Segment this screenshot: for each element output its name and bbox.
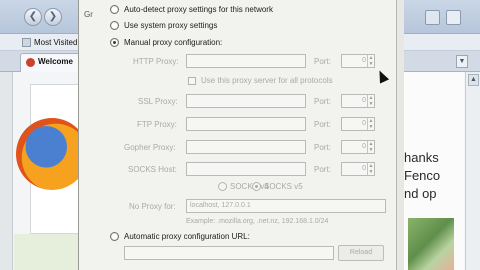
reload-button[interactable]: Reload [338,245,384,261]
page-text-line: nd op [404,186,437,201]
socks-host-input[interactable] [186,162,306,176]
gopher-port-input[interactable]: 0 ▲ ▼ [341,140,375,154]
firefox-favicon-icon [26,58,35,67]
ftp-port-input[interactable]: 0 ▲ ▼ [341,117,375,131]
dialog-border [396,0,404,270]
dialog-left-fragment: Gr [84,10,93,19]
no-proxy-input[interactable]: localhost, 127.0.0.1 [186,199,386,213]
http-port-input[interactable]: 0 ▲ ▼ [341,54,375,68]
close-window-button[interactable] [446,10,461,25]
socks-host-label: SOCKS Host: [128,165,177,174]
page-image [408,218,454,270]
no-proxy-label: No Proxy for: [129,202,176,211]
auto-detect-radio[interactable] [110,5,119,14]
http-port-label: Port: [314,57,331,66]
forward-button[interactable]: ❯ [44,8,62,26]
socks-port-label: Port: [314,165,331,174]
gopher-port-spinner-icon[interactable]: ▲ ▼ [367,141,374,153]
http-proxy-input[interactable] [186,54,306,68]
ssl-port-input[interactable]: 0 ▲ ▼ [341,94,375,108]
auto-detect-label: Auto-detect proxy settings for this netw… [124,5,273,14]
bookmark-folder-icon [22,38,31,47]
use-for-all-checkbox[interactable] [188,77,196,85]
ssl-port-spinner-icon[interactable]: ▲ ▼ [367,95,374,107]
back-button[interactable]: ❮ [24,8,42,26]
http-port-spinner-icon[interactable]: ▲ ▼ [367,55,374,67]
system-proxy-radio[interactable] [110,21,119,30]
manual-proxy-radio[interactable] [110,38,119,47]
maximize-button[interactable] [425,10,440,25]
sidebar-strip [0,72,13,270]
socks-v5-label: SOCKS v5 [264,182,303,191]
socks-port-spinner-icon[interactable]: ▲ ▼ [367,163,374,175]
ftp-proxy-input[interactable] [186,117,306,131]
vertical-scrollbar[interactable]: ▲ [465,72,480,270]
gopher-proxy-label: Gopher Proxy: [124,143,176,152]
ssl-proxy-label: SSL Proxy: [138,97,178,106]
system-proxy-label: Use system proxy settings [124,21,218,30]
socks-v5-radio[interactable] [252,182,261,191]
page-text-line: Fenco [404,168,441,183]
bookmark-most-visited[interactable]: Most Visited [34,38,77,47]
gopher-port-label: Port: [314,143,331,152]
tab-welcome-label: Welcome [38,57,73,66]
ssl-proxy-input[interactable] [186,94,306,108]
ftp-port-label: Port: [314,120,331,129]
no-proxy-example: Example: .mozilla.org, .net.nz, 192.168.… [186,218,329,225]
socks-v4-radio[interactable] [218,182,227,191]
socks-port-input[interactable]: 0 ▲ ▼ [341,162,375,176]
ssl-port-label: Port: [314,97,331,106]
scroll-up-icon[interactable]: ▲ [468,74,479,86]
use-for-all-label: Use this proxy server for all protocols [201,76,333,85]
http-proxy-label: HTTP Proxy: [133,57,179,66]
auto-config-url-radio[interactable] [110,232,119,241]
ftp-port-spinner-icon[interactable]: ▲ ▼ [367,118,374,130]
ftp-proxy-label: FTP Proxy: [137,120,177,129]
auto-config-url-label: Automatic proxy configuration URL: [124,232,250,241]
socks-v4-label: SOCKS v4 [230,182,269,191]
gopher-proxy-input[interactable] [186,140,306,154]
manual-proxy-label: Manual proxy configuration: [124,38,223,47]
tab-list-arrow-icon[interactable]: ▼ [456,55,468,68]
page-text-line: hanks [404,150,439,165]
auto-config-url-input[interactable] [124,246,334,260]
